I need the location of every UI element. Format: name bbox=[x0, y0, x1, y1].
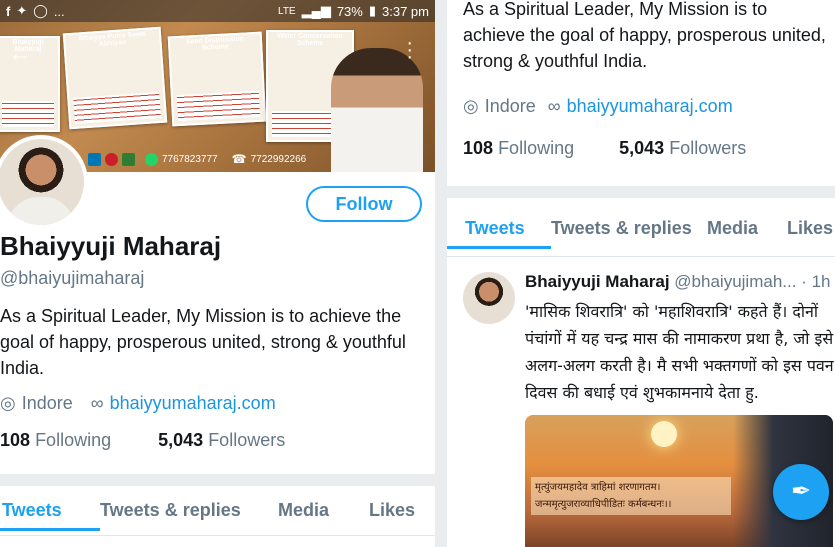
profile-tabs: Tweets Tweets & replies Media Likes bbox=[0, 500, 415, 531]
notification-overflow: ... bbox=[53, 3, 65, 19]
banner-phone-1: 7767823777 bbox=[162, 153, 218, 165]
tabs-underline bbox=[0, 535, 435, 536]
profile-counts: 108 Following 5,043 Followers bbox=[0, 430, 285, 451]
phone-icon: ☎ bbox=[231, 152, 247, 166]
tweet-text: 'मासिक शिवरात्रि' को 'महाशिवरात्रि' कहते… bbox=[525, 302, 834, 402]
blog-icon bbox=[122, 152, 135, 166]
profile-website-link[interactable]: bhaiyyumaharaj.com bbox=[567, 96, 733, 117]
whatsapp-status-icon: ◯ bbox=[33, 3, 48, 18]
location-pin-icon: ◎ bbox=[463, 96, 479, 116]
profile-meta: ◎ Indore ∞ bhaiyyumaharaj.com bbox=[463, 96, 733, 117]
panel-gap bbox=[435, 0, 447, 547]
link-icon: ∞ bbox=[90, 393, 104, 413]
tweet-image-text: मृत्युंजयमहादेव त्राहिमां शरणागतम। जन्मम… bbox=[531, 477, 731, 515]
compose-tweet-button[interactable]: ✒ bbox=[773, 464, 829, 520]
tab-media[interactable]: Media bbox=[278, 500, 369, 531]
tab-tweets-replies[interactable]: Tweets & replies bbox=[551, 218, 707, 249]
profile-website-link[interactable]: bhaiyyumaharaj.com bbox=[110, 393, 276, 414]
back-arrow-icon[interactable]: ← bbox=[8, 40, 32, 68]
link-icon: ∞ bbox=[547, 96, 561, 116]
profile-handle: @bhaiyujimaharaj bbox=[0, 268, 145, 288]
tweet-time: · 1h bbox=[801, 272, 831, 291]
tab-tweets[interactable]: Tweets bbox=[0, 500, 100, 531]
followers-label: Followers bbox=[208, 430, 286, 450]
followers-count: 5,043 bbox=[619, 138, 665, 158]
section-divider bbox=[447, 186, 835, 198]
section-divider bbox=[0, 474, 435, 486]
banner-card: Seed Distribution Scheme bbox=[167, 31, 267, 127]
profile-counts: 108 Following 5,043 Followers bbox=[463, 138, 746, 159]
compose-feather-icon: ✒ bbox=[790, 478, 812, 505]
tabs-underline bbox=[447, 256, 835, 257]
following-count-link[interactable]: 108 Following bbox=[463, 138, 574, 158]
profile-bio: As a Spiritual Leader, My Mission is to … bbox=[463, 0, 826, 71]
sun-graphic bbox=[651, 421, 677, 447]
profile-screen-right: As a Spiritual Leader, My Mission is to … bbox=[447, 0, 835, 547]
follow-button[interactable]: Follow bbox=[306, 186, 422, 222]
profile-name: Bhaiyyuji Maharaj bbox=[0, 231, 222, 261]
following-label: Following bbox=[498, 138, 575, 158]
tweet-author-name[interactable]: Bhaiyyuji Maharaj bbox=[525, 272, 670, 291]
tweet-author-avatar[interactable] bbox=[463, 272, 515, 324]
following-count: 108 bbox=[0, 430, 31, 450]
tab-media[interactable]: Media bbox=[707, 218, 787, 249]
tab-tweets-replies[interactable]: Tweets & replies bbox=[100, 500, 278, 531]
network-type: LTE bbox=[278, 5, 296, 17]
tweet-header: Bhaiyyuji Maharaj @bhaiyujimah... · 1h ⌄ bbox=[525, 272, 835, 292]
battery-level: 73% bbox=[336, 3, 363, 19]
profile-location: Indore bbox=[21, 393, 73, 413]
profile-location: Indore bbox=[484, 96, 536, 116]
followers-count-link[interactable]: 5,043 Followers bbox=[619, 138, 746, 158]
banner-card-header: Water Conservation Scheme bbox=[277, 33, 343, 47]
tab-tweets[interactable]: Tweets bbox=[447, 218, 551, 249]
profile-bio: As a Spiritual Leader, My Mission is to … bbox=[0, 306, 406, 378]
followers-count-link[interactable]: 5,043 Followers bbox=[158, 430, 285, 450]
banner-phone-2: 7722992266 bbox=[250, 153, 307, 165]
pinterest-icon bbox=[105, 152, 118, 166]
following-count: 108 bbox=[463, 138, 494, 158]
overflow-menu-icon[interactable]: · · · bbox=[406, 33, 413, 67]
twitter-icon: ✦ bbox=[16, 3, 28, 18]
profile-tabs: Tweets Tweets & replies Media Likes bbox=[447, 218, 833, 249]
signal-icon: ▂▄▆ bbox=[301, 3, 331, 18]
profile-avatar[interactable] bbox=[0, 135, 88, 229]
linkedin-icon bbox=[88, 152, 101, 166]
following-count-link[interactable]: 108 Following bbox=[0, 430, 111, 450]
battery-icon: ▮ bbox=[368, 3, 377, 18]
facebook-icon: f bbox=[6, 3, 11, 19]
followers-label: Followers bbox=[669, 138, 747, 158]
whatsapp-icon bbox=[145, 152, 158, 166]
tab-likes[interactable]: Likes bbox=[787, 218, 833, 249]
tab-likes[interactable]: Likes bbox=[369, 500, 415, 531]
tweet-author-handle[interactable]: @bhaiyujimah... bbox=[674, 272, 796, 291]
status-bar: f ✦ ◯ ... LTE ▂▄▆ 73% ▮ 3:37 pm bbox=[0, 0, 435, 22]
profile-meta: ◎ Indore ∞ bhaiyyumaharaj.com bbox=[0, 393, 276, 414]
profile-screen-left: Bhaiyyuji Maharaj Bhaiyya Putra Sewa Abh… bbox=[0, 0, 435, 547]
followers-count: 5,043 bbox=[158, 430, 204, 450]
location-pin-icon: ◎ bbox=[0, 393, 16, 413]
banner-card: Bhaiyya Putra Sewa Abhiyan bbox=[62, 26, 168, 130]
banner-contact-row: 7767823777 ☎ 7722992266 bbox=[88, 152, 306, 166]
clock: 3:37 pm bbox=[382, 3, 429, 19]
following-label: Following bbox=[35, 430, 112, 450]
